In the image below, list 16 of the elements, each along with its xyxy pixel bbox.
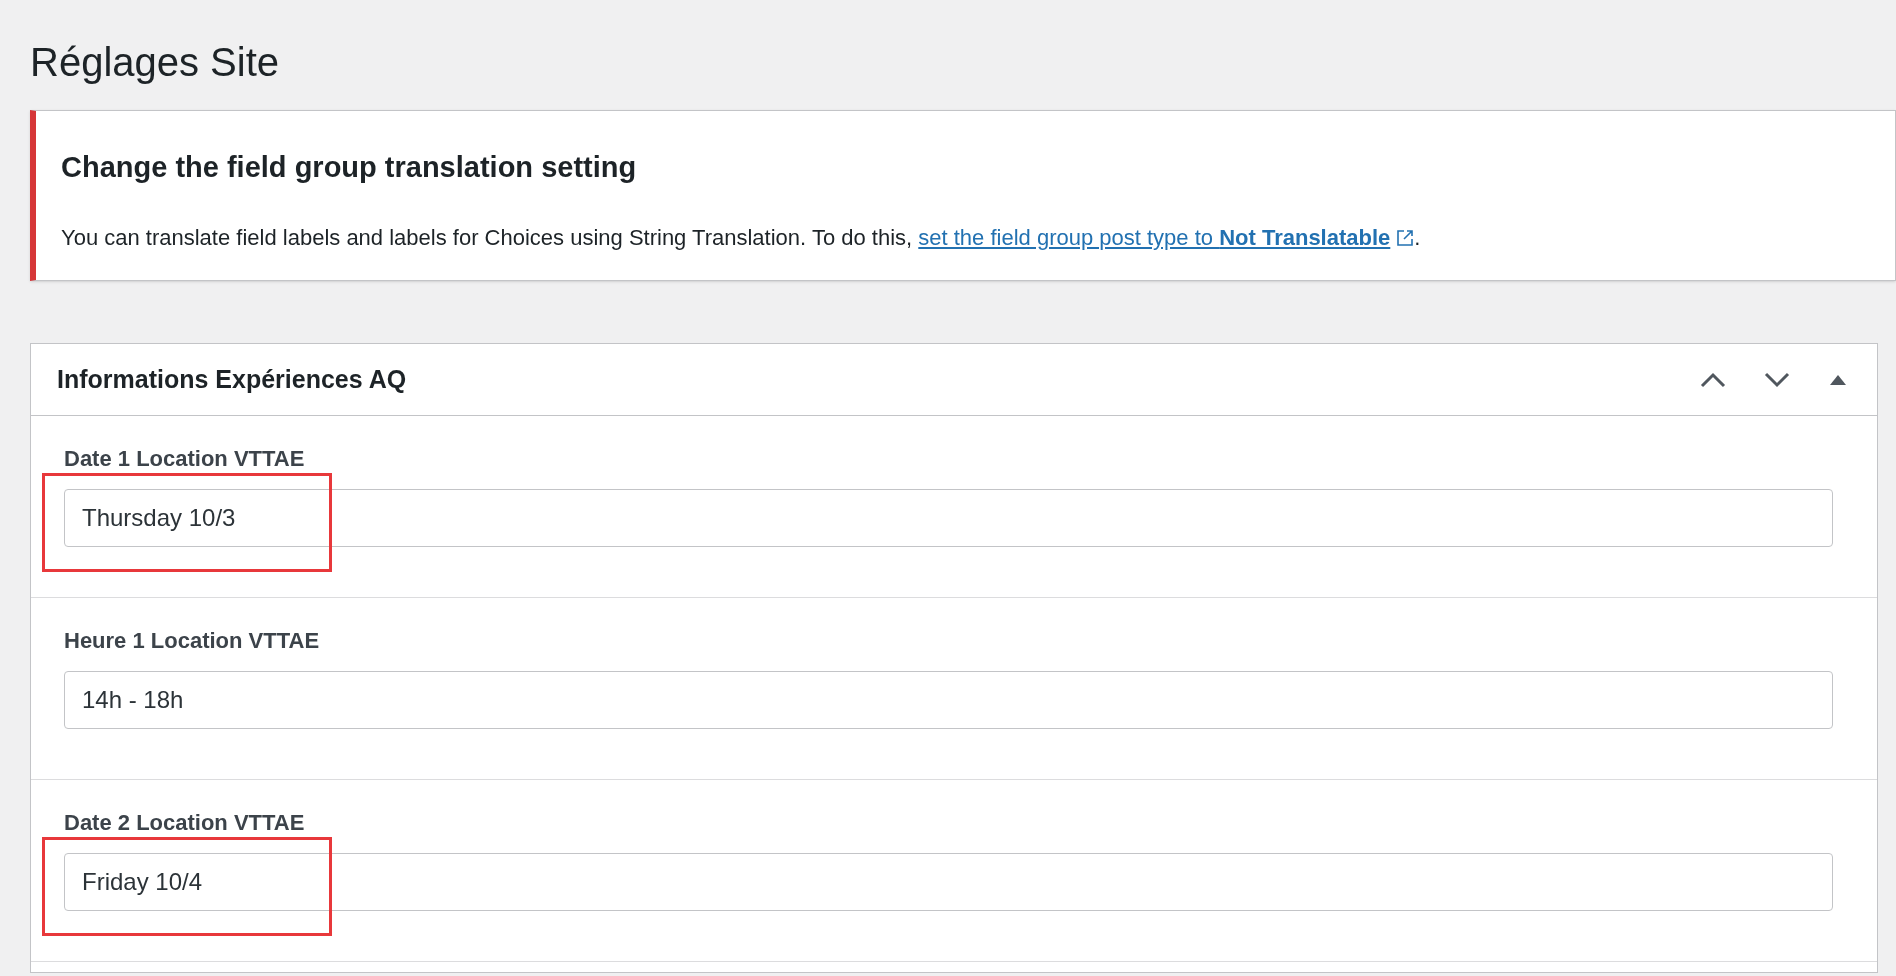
page-title: Réglages Site (30, 39, 280, 86)
text-field[interactable]: 14h - 18h (64, 671, 1833, 729)
external-link-icon (1396, 229, 1415, 247)
notice-punctuation: . (1414, 224, 1421, 252)
notice-text: You can translate field labels and labels for Choices using String Translation. To do this, (61, 224, 914, 252)
text-field[interactable]: Thursday 10/3 (64, 489, 1833, 547)
text-field[interactable]: Friday 10/4 (64, 853, 1833, 911)
field-label: Date 1 Location VTTAE (64, 445, 305, 473)
translation-setting-link[interactable]: set the field group post type to Not Translatable (918, 223, 1391, 253)
chevron-down-icon (1764, 371, 1790, 388)
notice-title: Change the field group translation setting (61, 150, 637, 185)
panel-title: Informations Expériences AQ (57, 363, 407, 395)
field-label: Date 2 Location VTTAE (64, 809, 305, 837)
field-label: Heure 1 Location VTTAE (64, 627, 320, 655)
chevron-up-icon (1700, 371, 1726, 388)
triangle-icon (1830, 374, 1846, 385)
